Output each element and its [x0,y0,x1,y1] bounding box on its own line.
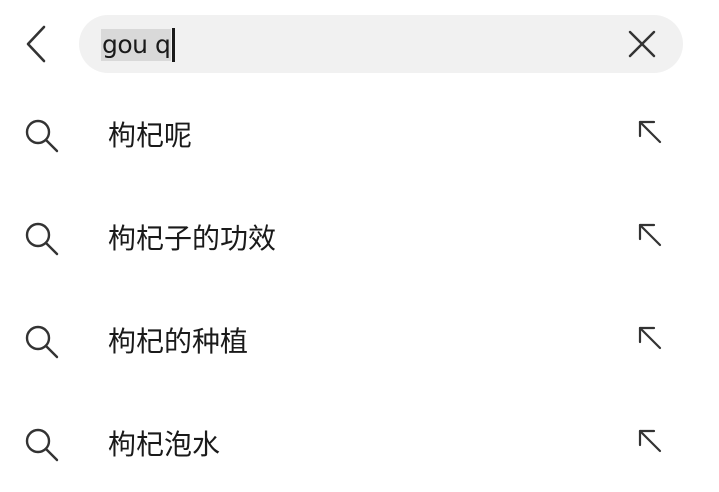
search-bar[interactable]: gou q [79,15,683,73]
arrow-up-left-icon [638,429,662,453]
search-icon [25,428,59,462]
chevron-left-icon [26,25,46,63]
arrow-up-left-icon [638,120,662,144]
search-page: gou q 枸杞呢 枸杞子的功效 枸杞的种植 枸杞泡水 [0,0,719,492]
suggestion-label: 枸杞子的功效 [108,222,277,255]
search-icon [25,222,59,256]
suggestion-item[interactable]: 枸杞的种植 [0,290,719,393]
suggestion-list: 枸杞呢 枸杞子的功效 枸杞的种植 枸杞泡水 [0,84,719,492]
search-icon [25,325,59,359]
back-button[interactable] [14,20,58,68]
close-icon [628,30,656,58]
fill-suggestion-button[interactable] [630,318,670,358]
suggestion-label: 枸杞泡水 [108,428,221,461]
fill-suggestion-button[interactable] [630,112,670,152]
text-cursor [172,28,176,62]
arrow-up-left-icon [638,326,662,350]
arrow-up-left-icon [638,223,662,247]
search-input[interactable]: gou q [101,28,176,62]
search-icon [25,119,59,153]
fill-suggestion-button[interactable] [630,421,670,461]
clear-button[interactable] [625,27,659,61]
suggestion-item[interactable]: 枸杞泡水 [0,393,719,492]
fill-suggestion-button[interactable] [630,215,670,255]
suggestion-item[interactable]: 枸杞子的功效 [0,187,719,290]
search-input-selected-text: gou q [101,29,172,61]
suggestion-item[interactable]: 枸杞呢 [0,84,719,187]
suggestion-label: 枸杞的种植 [108,325,249,358]
suggestion-label: 枸杞呢 [108,119,193,152]
